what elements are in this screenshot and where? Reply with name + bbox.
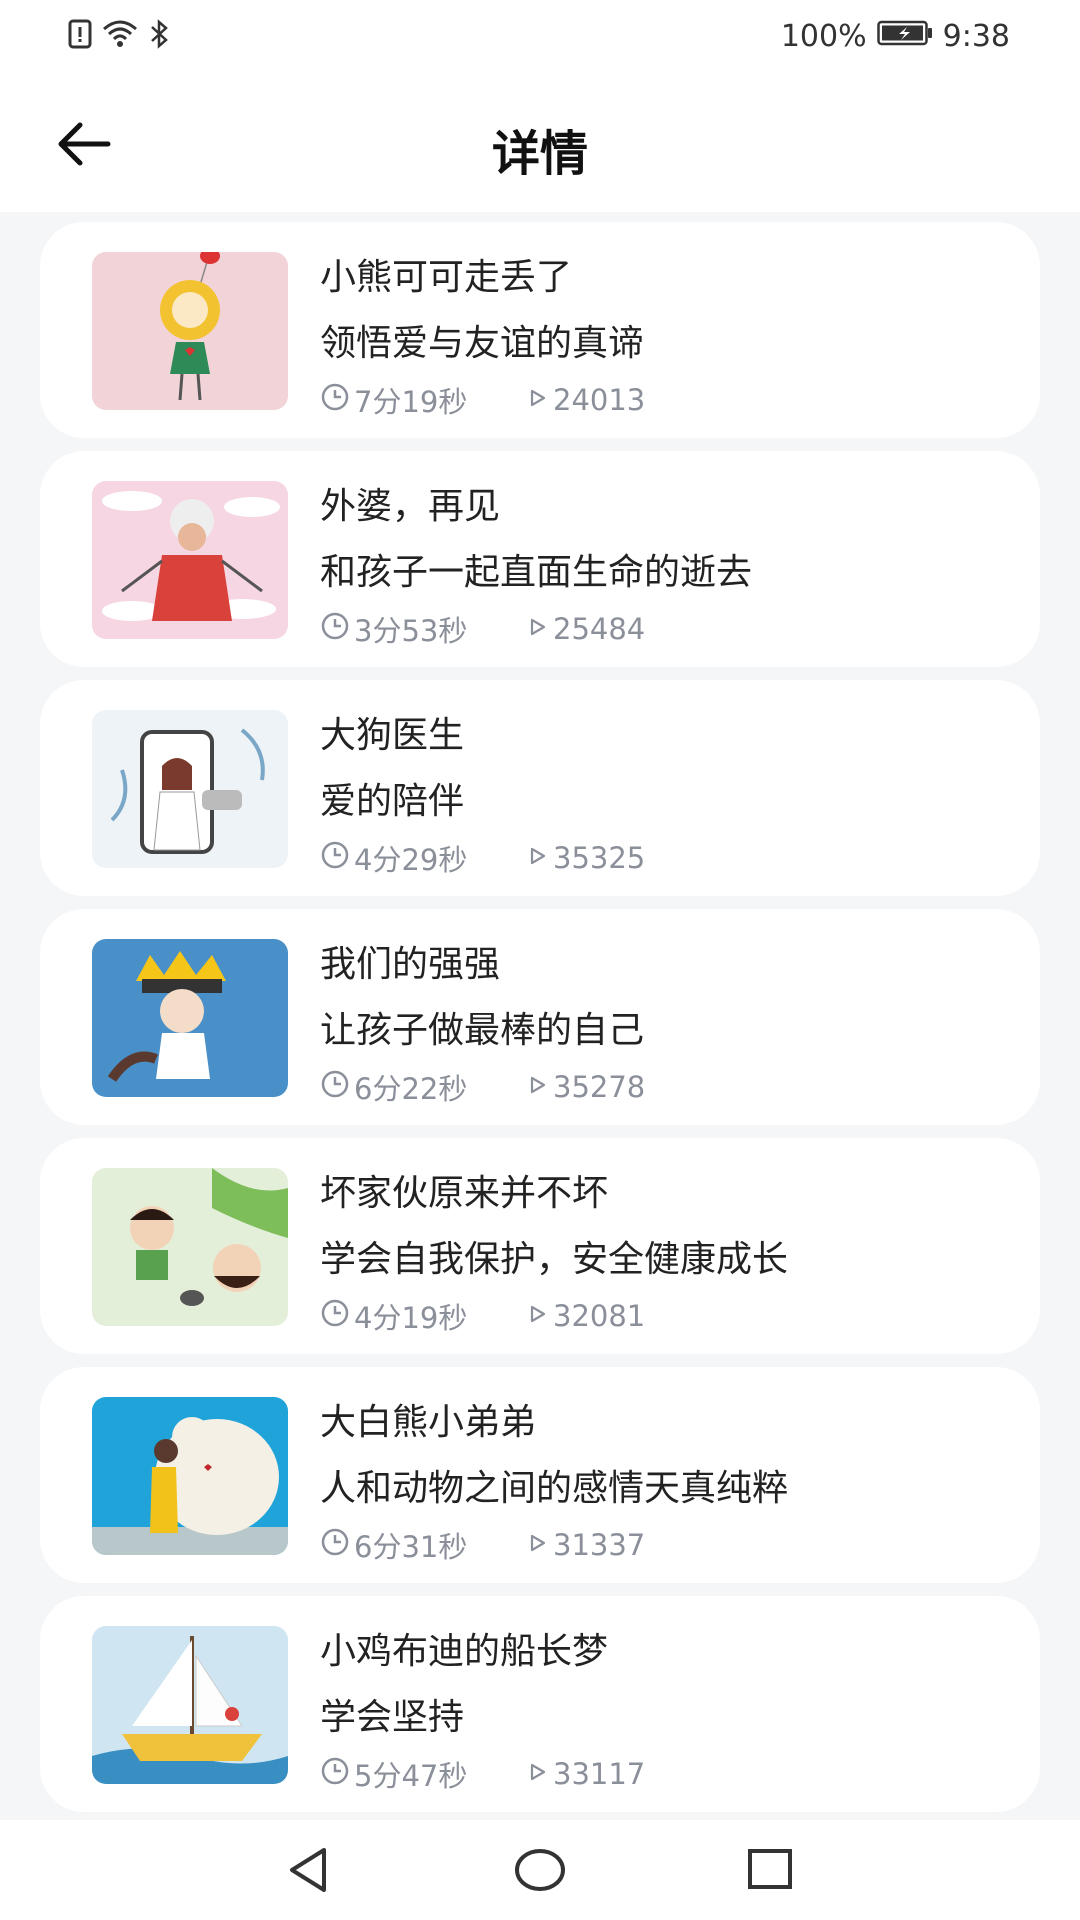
bluetooth-icon (148, 19, 170, 53)
story-plays: 33117 (525, 1757, 645, 1791)
story-title: 小熊可可走丢了 (320, 257, 573, 298)
header: 详情 (0, 72, 1080, 212)
story-plays: 35278 (525, 1070, 645, 1104)
story-title: 小鸡布迪的船长梦 (320, 1631, 609, 1672)
story-subtitle: 人和动物之间的感情天真纯粹 (320, 1468, 789, 1509)
story-title: 外婆，再见 (320, 486, 501, 527)
clock-icon (320, 840, 354, 877)
play-count: 25484 (553, 612, 646, 646)
wifi-icon (102, 19, 138, 53)
play-count: 35278 (553, 1070, 646, 1104)
story-cover-image (92, 1168, 288, 1326)
clock-icon (320, 1069, 354, 1106)
clock-icon (320, 1527, 354, 1564)
story-duration: 4分19秒 (320, 1295, 525, 1337)
story-card[interactable]: 小熊可可走丢了 领悟爱与友谊的真谛 7分19秒 24013 (40, 222, 1040, 438)
story-plays: 32081 (525, 1299, 645, 1333)
page-title: 详情 (491, 126, 588, 182)
story-card[interactable]: 外婆，再见 和孩子一起直面生命的逝去 3分53秒 25484 (40, 451, 1040, 667)
story-card[interactable]: 小鸡布迪的船长梦 学会坚持 5分47秒 33117 (40, 1596, 1040, 1812)
story-meta: 4分29秒 35325 (320, 837, 645, 879)
duration-text: 6分22秒 (354, 1072, 468, 1106)
nav-home-button[interactable] (510, 1840, 570, 1900)
story-subtitle: 领悟爱与友谊的真谛 (320, 323, 645, 364)
sim-alert-icon (68, 19, 92, 53)
duration-text: 5分47秒 (354, 1759, 468, 1793)
story-subtitle: 爱的陪伴 (320, 781, 465, 822)
duration-text: 4分19秒 (354, 1301, 468, 1335)
story-meta: 4分19秒 32081 (320, 1295, 645, 1337)
play-count: 31337 (553, 1528, 646, 1562)
story-meta: 6分31秒 31337 (320, 1524, 645, 1566)
clock-time: 9:38 (942, 18, 1010, 54)
battery-percent: 100% (780, 18, 867, 54)
story-card[interactable]: 我们的强强 让孩子做最棒的自己 6分22秒 35278 (40, 909, 1040, 1125)
play-icon (525, 841, 553, 875)
story-meta: 6分22秒 35278 (320, 1066, 645, 1108)
system-nav-bar (0, 1820, 1080, 1920)
story-meta: 3分53秒 25484 (320, 608, 645, 650)
story-card[interactable]: 大白熊小弟弟 人和动物之间的感情天真纯粹 6分31秒 31337 (40, 1367, 1040, 1583)
story-meta: 7分19秒 24013 (320, 379, 645, 421)
play-icon (525, 612, 553, 646)
play-count: 24013 (553, 383, 646, 417)
status-left-icons (68, 18, 170, 54)
nav-back-button[interactable] (278, 1840, 338, 1900)
back-triangle-icon (278, 1848, 338, 1904)
story-card[interactable]: 坏家伙原来并不坏 学会自我保护，安全健康成长 4分19秒 32081 (40, 1138, 1040, 1354)
nav-recents-button[interactable] (740, 1840, 800, 1900)
recents-square-icon (740, 1849, 800, 1904)
story-title: 大白熊小弟弟 (320, 1402, 537, 1443)
story-title: 大狗医生 (320, 715, 465, 756)
story-meta: 5分47秒 33117 (320, 1753, 645, 1795)
story-duration: 6分31秒 (320, 1524, 525, 1566)
play-count: 35325 (553, 841, 646, 875)
story-cover-image (92, 710, 288, 868)
status-bar: 100% 9:38 (0, 0, 1080, 72)
story-duration: 7分19秒 (320, 379, 525, 421)
story-plays: 31337 (525, 1528, 645, 1562)
story-subtitle: 和孩子一起直面生命的逝去 (320, 552, 753, 593)
play-count: 33117 (553, 1757, 646, 1791)
clock-icon (320, 382, 354, 419)
play-icon (525, 1757, 553, 1791)
story-plays: 35325 (525, 841, 645, 875)
story-plays: 25484 (525, 612, 645, 646)
story-cover-image (92, 252, 288, 410)
duration-text: 7分19秒 (354, 385, 468, 419)
story-duration: 5分47秒 (320, 1753, 525, 1795)
story-list: 小熊可可走丢了 领悟爱与友谊的真谛 7分19秒 24013 外婆，再见 和孩子一… (40, 222, 1040, 1825)
story-duration: 3分53秒 (320, 608, 525, 650)
story-plays: 24013 (525, 383, 645, 417)
story-duration: 4分29秒 (320, 837, 525, 879)
duration-text: 6分31秒 (354, 1530, 468, 1564)
play-count: 32081 (553, 1299, 646, 1333)
clock-icon (320, 611, 354, 648)
play-icon (525, 1070, 553, 1104)
story-card[interactable]: 大狗医生 爱的陪伴 4分29秒 35325 (40, 680, 1040, 896)
clock-icon (320, 1756, 354, 1793)
story-subtitle: 让孩子做最棒的自己 (320, 1010, 645, 1051)
story-cover-image (92, 481, 288, 639)
play-icon (525, 383, 553, 417)
story-subtitle: 学会坚持 (320, 1697, 465, 1738)
story-title: 坏家伙原来并不坏 (320, 1173, 609, 1214)
story-cover-image (92, 939, 288, 1097)
duration-text: 4分29秒 (354, 843, 468, 877)
duration-text: 3分53秒 (354, 614, 468, 648)
home-circle-icon (510, 1849, 570, 1904)
story-cover-image (92, 1626, 288, 1784)
play-icon (525, 1299, 553, 1333)
story-cover-image (92, 1397, 288, 1555)
battery-icon (876, 19, 933, 54)
story-title: 我们的强强 (320, 944, 501, 985)
clock-icon (320, 1298, 354, 1335)
story-duration: 6分22秒 (320, 1066, 525, 1108)
play-icon (525, 1528, 553, 1562)
story-subtitle: 学会自我保护，安全健康成长 (320, 1239, 789, 1280)
status-right-info: 100% 9:38 (781, 18, 1010, 54)
